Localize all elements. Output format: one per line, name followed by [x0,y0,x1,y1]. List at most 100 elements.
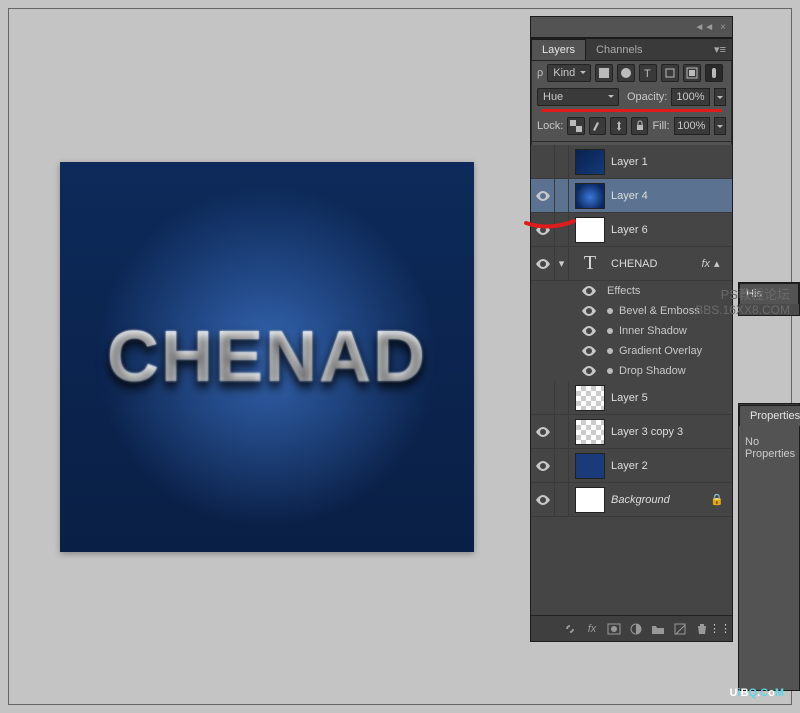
effect-row[interactable]: Inner Shadow [577,321,732,341]
fx-badge[interactable]: fx [701,258,710,270]
collapse-icon[interactable]: ◄◄ [694,22,714,33]
blend-mode-select[interactable]: Hue [537,88,619,106]
effect-row[interactable]: Gradient Overlay [577,341,732,361]
visibility-toggle[interactable] [577,341,601,361]
tab-layers[interactable]: Layers [531,39,586,60]
bullet-icon [607,348,613,354]
filter-adjust-icon[interactable] [617,64,635,82]
layers-empty-area[interactable] [531,517,732,615]
link-col [555,179,569,212]
visibility-toggle[interactable] [577,361,601,381]
opacity-dropdown[interactable] [714,88,726,106]
new-layer-icon[interactable] [670,619,690,639]
layer-row[interactable]: Layer 2 [531,449,732,483]
layer-thumbnail[interactable] [575,217,605,243]
layers-panel-footer: fx ⋮⋮ [531,615,732,641]
layer-filter-row: ρ Kind T [531,61,732,85]
layer-row[interactable]: Layer 1 [531,145,732,179]
expand-toggle[interactable]: ▾ [555,247,569,280]
blend-row: Hue Opacity: 100% [531,85,732,109]
lock-all-icon[interactable] [631,117,648,135]
watermark-line1: PS教程论坛 [695,284,790,303]
layer-thumbnail[interactable] [575,487,605,513]
filter-smart-icon[interactable] [683,64,701,82]
annotation-red-underline-2 [524,217,576,227]
fx-collapse-icon[interactable]: ▴ [714,257,726,270]
mask-icon[interactable] [604,619,624,639]
visibility-toggle[interactable] [531,179,555,212]
link-col [555,449,569,482]
visibility-toggle[interactable] [577,321,601,341]
visibility-toggle[interactable] [531,483,555,516]
link-col [555,145,569,178]
layers-list: Layer 1 Layer 4 Layer 6 ▾ T CHENAD fx ▴ … [531,145,732,615]
tab-properties[interactable]: Properties [739,405,800,426]
fill-value[interactable]: 100% [674,117,711,135]
canvas-text: CHENAD [107,316,427,398]
layer-name[interactable]: Layer 1 [611,156,732,168]
document-canvas[interactable]: CHENAD [60,162,474,552]
filter-type-icon[interactable]: T [639,64,657,82]
layer-name[interactable]: Layer 6 [611,224,732,236]
filter-pixel-icon[interactable] [595,64,613,82]
effect-name[interactable]: Drop Shadow [619,365,686,377]
effect-name[interactable]: Inner Shadow [619,325,687,337]
layer-row[interactable]: Layer 5 [531,381,732,415]
properties-panel: Properties No Properties [738,403,800,691]
link-col [555,483,569,516]
panel-menu-icon[interactable]: ▾≡ [708,39,732,60]
search-icon: ρ [537,67,543,79]
adjustment-icon[interactable] [626,619,646,639]
panel-titlebar[interactable]: ◄◄ × [530,16,733,38]
fill-dropdown[interactable] [714,117,726,135]
effect-name[interactable]: Gradient Overlay [619,345,702,357]
layer-name[interactable]: Background [611,494,710,506]
filter-shape-icon[interactable] [661,64,679,82]
layer-name[interactable]: Layer 4 [611,190,732,202]
opacity-value[interactable]: 100% [671,88,709,106]
lock-position-icon[interactable] [610,117,627,135]
visibility-toggle[interactable] [577,301,601,321]
lock-pixels-icon[interactable] [589,117,606,135]
layer-name[interactable]: Layer 5 [611,392,732,404]
layer-name[interactable]: Layer 2 [611,460,732,472]
link-col [555,415,569,448]
watermark-line2: BBS.16XX8.COM [695,303,790,317]
type-layer-icon[interactable]: T [575,251,605,277]
lock-transparency-icon[interactable] [567,117,584,135]
filter-kind-select[interactable]: Kind [547,64,591,82]
layer-row[interactable]: ▾ T CHENAD fx ▴ [531,247,732,281]
annotation-red-underline-1 [541,109,722,112]
visibility-toggle[interactable] [531,145,555,178]
layers-panel: Layers Channels ▾≡ ρ Kind T Hue Opacity:… [530,38,733,642]
layer-row[interactable]: Layer 4 [531,179,732,213]
visibility-toggle[interactable] [531,415,555,448]
effect-name[interactable]: Bevel & Emboss [619,305,700,317]
layer-row[interactable]: Background 🔒 [531,483,732,517]
fx-icon[interactable]: fx [582,619,602,639]
layer-name[interactable]: Layer 3 copy 3 [611,426,732,438]
panel-tabs: Layers Channels ▾≡ [531,39,732,61]
filter-toggle[interactable] [705,64,723,82]
layer-thumbnail[interactable] [575,385,605,411]
close-icon[interactable]: × [720,22,726,33]
visibility-toggle[interactable] [531,247,555,280]
layer-row[interactable]: Layer 3 copy 3 [531,415,732,449]
layer-thumbnail[interactable] [575,149,605,175]
layer-thumbnail[interactable] [575,183,605,209]
layer-thumbnail[interactable] [575,453,605,479]
bullet-icon [607,368,613,374]
visibility-toggle[interactable] [531,449,555,482]
visibility-toggle[interactable] [531,381,555,414]
effect-row[interactable]: Drop Shadow [577,361,732,381]
layer-name[interactable]: CHENAD [611,258,701,270]
lock-row: Lock: Fill: 100% [531,114,732,138]
group-icon[interactable] [648,619,668,639]
lock-label: Lock: [537,120,563,132]
properties-tabs: Properties [739,404,799,426]
layer-thumbnail[interactable] [575,419,605,445]
visibility-toggle[interactable] [577,281,601,301]
link-layers-icon[interactable] [560,619,580,639]
properties-empty [739,470,799,690]
tab-channels[interactable]: Channels [586,40,652,60]
